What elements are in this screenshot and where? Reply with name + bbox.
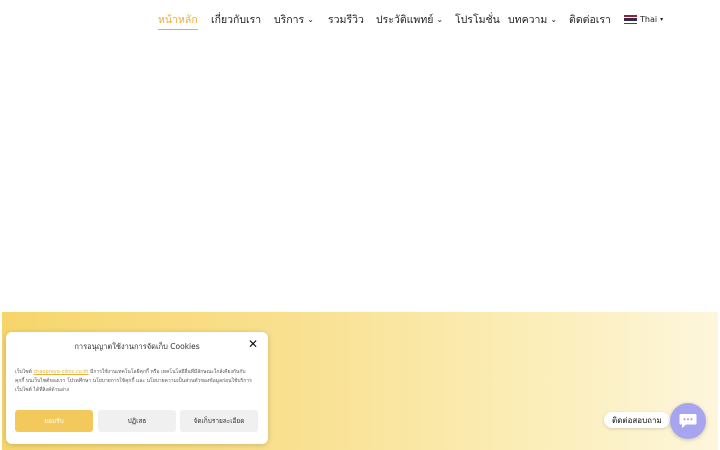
cookie-dialog-title: การอนุญาตใช้งานการจัดเก็บ Cookies [74, 342, 200, 351]
nav-item-reviews[interactable]: รวมรีวิว [328, 13, 364, 27]
caret-down-icon: ▾ [660, 16, 664, 23]
nav-item-doctors-label: ประวัติแพทย์ [376, 14, 434, 26]
language-label: Thai [640, 15, 658, 24]
nav-item-home[interactable]: หน้าหลัก [158, 13, 198, 30]
deny-cookies-button[interactable]: ปฏิเสธ [98, 410, 176, 432]
chat-label[interactable]: ติดต่อสอบถาม [604, 412, 670, 428]
chat-button[interactable] [670, 403, 706, 439]
nav-item-contact[interactable]: ติดต่อเรา [569, 13, 611, 27]
nav-item-about[interactable]: เกี่ยวกับเรา [211, 13, 261, 27]
cookie-body-prefix: เว็บไซต์ [15, 369, 34, 375]
nav-item-promotions[interactable]: โปรโมชั่น [455, 13, 500, 27]
chevron-down-icon: ⌄ [550, 15, 558, 24]
chevron-down-icon: ⌄ [307, 15, 314, 24]
cookie-dialog-body: เว็บไซต์ chaopraya-clinic.co.th มีการใช้… [15, 368, 254, 395]
nav-item-services[interactable]: บริการ ⌄ [274, 13, 314, 28]
nav-item-articles-label: บทความ [508, 14, 548, 26]
nav-item-services-label: บริการ [274, 14, 305, 26]
cookie-consent-dialog: การอนุญาตใช้งานการจัดเก็บ Cookies ✕ เว็บ… [6, 332, 268, 444]
chat-bubble-icon [679, 414, 697, 428]
language-switcher[interactable]: Thai ▾ [624, 15, 663, 24]
nav-item-articles[interactable]: บทความ ⌄ [508, 13, 557, 28]
main-navigation: หน้าหลัก เกี่ยวกับเรา บริการ ⌄ รวมรีวิว ป… [0, 0, 720, 40]
cookie-site-link[interactable]: chaopraya-clinic.co.th [33, 369, 88, 375]
nav-item-doctors[interactable]: ประวัติแพทย์ ⌄ [376, 13, 443, 28]
cookie-preferences-button[interactable]: จัดเก็บรายละเอียด [180, 410, 258, 432]
chevron-down-icon: ⌄ [436, 15, 444, 24]
accept-cookies-button[interactable]: ยอมรับ [15, 410, 93, 432]
thailand-flag-icon [624, 15, 637, 24]
close-icon[interactable]: ✕ [248, 338, 258, 350]
